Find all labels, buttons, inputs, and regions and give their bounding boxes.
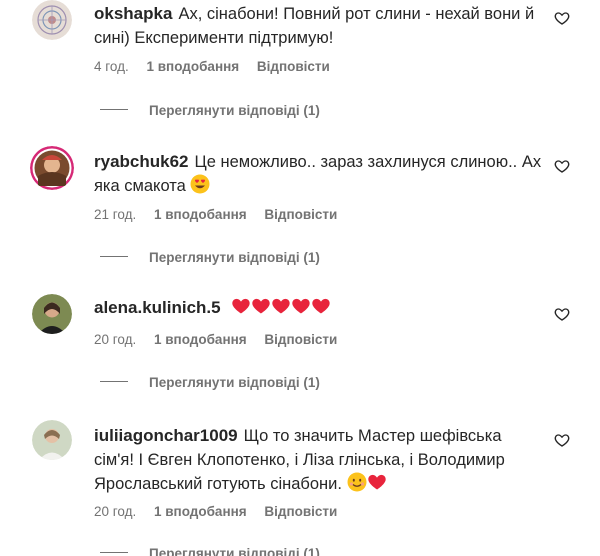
comment-meta: 21 год. 1 вподобання Відповісти [94,207,351,222]
replies-divider-line [100,108,128,110]
view-replies-button[interactable]: Переглянути відповіді (1) [100,103,320,118]
comment-likes[interactable]: 1 вподобання [154,207,247,222]
like-heart-icon[interactable] [554,306,570,322]
like-heart-icon[interactable] [554,10,570,26]
red-heart-emoji [367,472,387,499]
heart-eyes-emoji [190,174,210,201]
view-replies-label: Переглянути відповіді (1) [149,103,320,118]
comment-username[interactable]: ryabchuk62 [94,152,189,171]
reply-button[interactable]: Відповісти [264,332,337,347]
avatar[interactable] [32,294,72,334]
replies-divider-line [100,551,128,553]
view-replies-button[interactable]: Переглянути відповіді (1) [100,375,320,390]
user-avatar-icon [32,0,72,40]
red-heart-emoji [231,296,251,323]
view-replies-label: Переглянути відповіді (1) [149,250,320,265]
comment-time[interactable]: 4 год. [94,59,129,74]
smiling-face-emoji [347,472,367,499]
comment-body: alena.kulinich.5 [94,296,544,323]
view-replies-button[interactable]: Переглянути відповіді (1) [100,250,320,265]
avatar[interactable] [32,0,72,40]
user-avatar-icon [30,146,74,190]
comment-username[interactable]: alena.kulinich.5 [94,298,221,317]
avatar[interactable] [30,146,74,190]
red-heart-emoji [271,296,291,323]
comment-username[interactable]: okshapka [94,4,172,23]
comment-time[interactable]: 20 год. [94,332,136,347]
replies-divider-line [100,255,128,257]
comment-meta: 4 год. 1 вподобання Відповісти [94,59,344,74]
view-replies-label: Переглянути відповіді (1) [149,546,320,556]
user-avatar-icon [32,420,72,460]
comment-body: okshapka Ах, сінабони! Повний рот слини -… [94,2,544,50]
like-heart-icon[interactable] [554,158,570,174]
like-heart-icon[interactable] [554,432,570,448]
comment-meta: 20 год. 1 вподобання Відповісти [94,504,351,519]
avatar[interactable] [32,420,72,460]
red-heart-emoji [251,296,271,323]
comment-likes[interactable]: 1 вподобання [154,504,247,519]
view-replies-label: Переглянути відповіді (1) [149,375,320,390]
comment-likes[interactable]: 1 вподобання [154,332,247,347]
comment-body: ryabchuk62 Це неможливо.. зараз захлинуся… [94,150,544,201]
comment-likes[interactable]: 1 вподобання [147,59,240,74]
replies-divider-line [100,380,128,382]
reply-button[interactable]: Відповісти [264,504,337,519]
reply-button[interactable]: Відповісти [257,59,330,74]
view-replies-button[interactable]: Переглянути відповіді (1) [100,546,320,556]
comment-meta: 20 год. 1 вподобання Відповісти [94,332,351,347]
comment-username[interactable]: iuliiagonchar1009 [94,426,238,445]
red-heart-emoji [291,296,311,323]
comment-time[interactable]: 20 год. [94,504,136,519]
red-heart-emoji [311,296,331,323]
user-avatar-icon [32,294,72,334]
reply-button[interactable]: Відповісти [264,207,337,222]
comment-time[interactable]: 21 год. [94,207,136,222]
comment-body: iuliiagonchar1009 Що то значить Мастер ше… [94,424,544,499]
